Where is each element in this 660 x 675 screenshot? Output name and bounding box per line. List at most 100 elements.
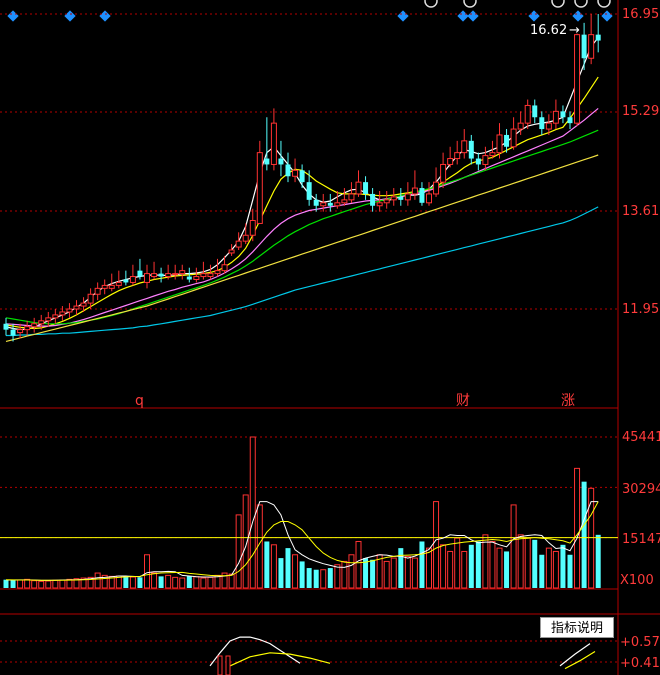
candle-body-down (278, 158, 284, 165)
candle-body-down (363, 182, 369, 194)
info-diamond-icon (467, 10, 479, 22)
volume-bar-up (482, 534, 489, 589)
volume-bar-down (299, 561, 305, 588)
indicator-bar (225, 655, 231, 675)
volume-bar-up (59, 579, 66, 589)
info-diamond-icon (397, 10, 409, 22)
stock-chart-screen: 16.95 15.29 13.61 11.95 45441 30294 1514… (0, 0, 660, 675)
candle-body-up (165, 273, 172, 278)
indicator-line (229, 652, 331, 667)
candle-body-down (419, 188, 425, 203)
indicator-help-button[interactable]: 指标说明 (540, 617, 614, 638)
candle-body-up (348, 193, 355, 201)
volume-bar-down (123, 576, 129, 588)
moving-average-line (5, 129, 599, 325)
volume-bar-down (468, 544, 474, 588)
volume-bar-up (454, 537, 461, 589)
candle-body-down (398, 196, 404, 200)
candle-body-up (376, 202, 383, 207)
volume-bar-up (45, 580, 52, 589)
candle-body-down (158, 273, 164, 277)
candle-body-up (115, 281, 122, 286)
candle-body-up (94, 287, 101, 295)
event-marker-finance[interactable]: 财 (456, 393, 470, 409)
candle-body-up (320, 202, 327, 207)
candle-body-up (341, 199, 348, 204)
candle-body-up (24, 326, 31, 331)
candle-body-up (172, 273, 179, 276)
volume-bar-down (419, 541, 425, 588)
candle-body-up (496, 134, 503, 154)
volume-bar-up (440, 544, 447, 589)
candle-body-up (292, 169, 299, 177)
candle-body-down (313, 199, 319, 206)
candle-body-up (228, 249, 235, 254)
grid-lines (0, 13, 618, 310)
candle-body-down (10, 329, 16, 336)
volume-bar-up (129, 576, 136, 589)
candle-body-up (426, 193, 432, 204)
candle-body-down (567, 117, 573, 124)
volume-bar-up (200, 577, 207, 589)
indicator-tick-1: +0.57 (620, 635, 660, 650)
candle-body-up (256, 152, 263, 224)
candle-body-up (242, 234, 249, 242)
candle-body-up (574, 34, 581, 124)
volume-bar-up (270, 544, 277, 589)
volume-bar-up (179, 577, 186, 589)
candle-body-down (285, 164, 291, 177)
info-circle-icon (551, 0, 565, 8)
info-circle-icon (463, 0, 477, 8)
candle-body-up (38, 320, 45, 325)
volume-bar-down (285, 548, 291, 588)
candle-body-down (532, 105, 538, 118)
candle-body-up (404, 193, 411, 201)
chart-canvas[interactable]: 16.95 15.29 13.61 11.95 45441 30294 1514… (0, 0, 660, 675)
candle-body-up (66, 308, 73, 313)
candle-body-up (179, 270, 186, 275)
volume-bar-up (17, 579, 24, 589)
volume-bar-up (552, 550, 559, 589)
candle-body-down (370, 193, 376, 206)
event-marker-rise[interactable]: 涨 (561, 393, 575, 409)
volume-bar-down (504, 551, 510, 588)
candle-body-up (151, 273, 158, 278)
candle-body-up (193, 276, 200, 280)
candle-body-down (306, 182, 312, 200)
info-diamond-markers[interactable] (7, 10, 613, 22)
candle-body-up (588, 34, 595, 59)
volume-bar-up (411, 557, 418, 589)
event-marker-q[interactable]: q (135, 393, 144, 409)
candle-body-up (52, 314, 59, 319)
candle-body-up (390, 196, 397, 201)
info-diamond-icon (64, 10, 76, 22)
volume-bar-up (52, 579, 59, 589)
candle-body-up (383, 199, 390, 204)
indicator-lines (0, 636, 618, 675)
candle-body-down (123, 279, 129, 283)
volume-bar-down (560, 544, 566, 588)
volume-bar-up (249, 436, 256, 589)
info-circle-markers[interactable] (424, 0, 611, 8)
volume-bar-down (3, 579, 9, 588)
candle-body-up (440, 163, 447, 183)
volume-bar-down (306, 568, 312, 588)
candle-body-up (489, 152, 496, 157)
candle-body-up (334, 202, 341, 207)
candle-body-down (3, 323, 9, 330)
candle-body-up (108, 284, 115, 289)
volume-bar-up (545, 547, 552, 589)
volume-bar-up (66, 578, 73, 589)
candle-body-up (101, 284, 108, 289)
candle-body-down (299, 170, 305, 183)
candle-body-up (59, 311, 66, 316)
candle-body-down (186, 276, 192, 280)
volume-bar-up (404, 555, 411, 589)
candle-body-up (17, 329, 24, 334)
volume-bar-down (532, 539, 538, 588)
volume-bar-up (461, 550, 468, 589)
volume-bar-up (320, 569, 327, 589)
candle-body-up (144, 273, 150, 283)
price-tick-2: 15.29 (622, 104, 659, 119)
candle-body-up (235, 240, 242, 248)
